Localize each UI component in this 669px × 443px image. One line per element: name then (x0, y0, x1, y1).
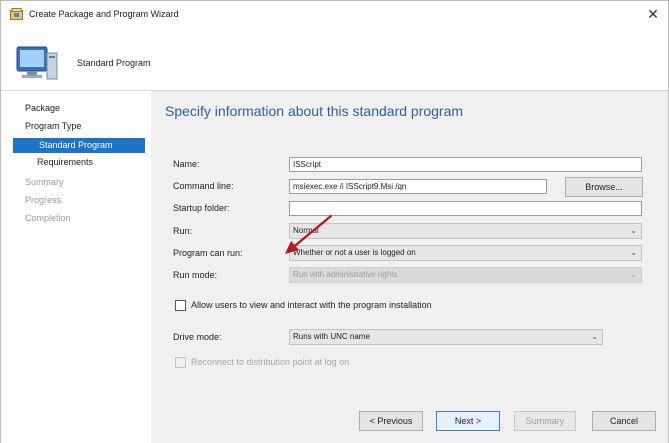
run-select[interactable]: Normal ⌄ (289, 223, 642, 239)
previous-button[interactable]: < Previous (359, 411, 423, 431)
chevron-down-icon: ⌄ (630, 248, 637, 257)
startup-folder-input[interactable] (289, 201, 642, 216)
sidebar-item-summary: Summary (25, 177, 64, 187)
title-bar: Create Package and Program Wizard ✕ (1, 1, 668, 27)
run-mode-label: Run mode: (173, 270, 218, 280)
reconnect-label: Reconnect to distribution point at log o… (191, 357, 350, 367)
sidebar-item-requirements[interactable]: Requirements (37, 155, 93, 170)
chevron-down-icon: ⌄ (630, 226, 637, 235)
program-can-run-select[interactable]: Whether or not a user is logged on ⌄ (289, 245, 642, 261)
name-label: Name: (173, 159, 200, 169)
program-can-run-label: Program can run: (173, 248, 243, 258)
startup-folder-label: Startup folder: (173, 203, 230, 213)
reconnect-checkbox (175, 357, 186, 368)
next-button[interactable]: Next > (436, 411, 500, 431)
sidebar-item-package[interactable]: Package (25, 101, 60, 116)
window-title: Create Package and Program Wizard (29, 9, 179, 19)
close-icon[interactable]: ✕ (644, 5, 662, 23)
name-input[interactable] (289, 157, 642, 172)
wizard-steps-sidebar: Package Program Type Standard Program Re… (1, 91, 151, 443)
sidebar-item-progress: Progress (25, 195, 62, 205)
drive-mode-value: Runs with UNC name (293, 332, 370, 341)
page-heading: Specify information about this standard … (165, 103, 464, 119)
main-content: Specify information about this standard … (151, 91, 668, 443)
drive-mode-label: Drive mode: (173, 332, 222, 342)
program-can-run-value: Whether or not a user is logged on (293, 248, 416, 257)
summary-button: Summary (514, 411, 576, 431)
run-label: Run: (173, 226, 193, 236)
cancel-button[interactable]: Cancel (592, 411, 656, 431)
run-select-value: Normal (293, 226, 319, 235)
run-mode-value: Run with administrative rights (293, 270, 398, 279)
browse-button[interactable]: Browse... (565, 177, 643, 197)
run-mode-select: Run with administrative rights ⌄ (289, 267, 642, 283)
sidebar-item-completion: Completion (25, 213, 71, 223)
sidebar-item-standard-program[interactable]: Standard Program (13, 138, 145, 153)
package-wizard-icon (10, 8, 23, 20)
header-title: Standard Program (77, 58, 151, 68)
command-line-input[interactable] (289, 179, 547, 194)
allow-interact-label[interactable]: Allow users to view and interact with th… (191, 299, 432, 311)
wizard-header: Standard Program (1, 27, 668, 91)
allow-interact-checkbox[interactable] (175, 300, 186, 311)
chevron-down-icon: ⌄ (591, 332, 598, 341)
drive-mode-select[interactable]: Runs with UNC name ⌄ (289, 329, 603, 345)
wizard-window: Create Package and Program Wizard ✕ Stan… (0, 0, 669, 443)
chevron-down-icon: ⌄ (630, 270, 637, 279)
command-line-label: Command line: (173, 181, 234, 191)
sidebar-item-program-type[interactable]: Program Type (25, 119, 81, 134)
computer-icon (16, 46, 58, 80)
